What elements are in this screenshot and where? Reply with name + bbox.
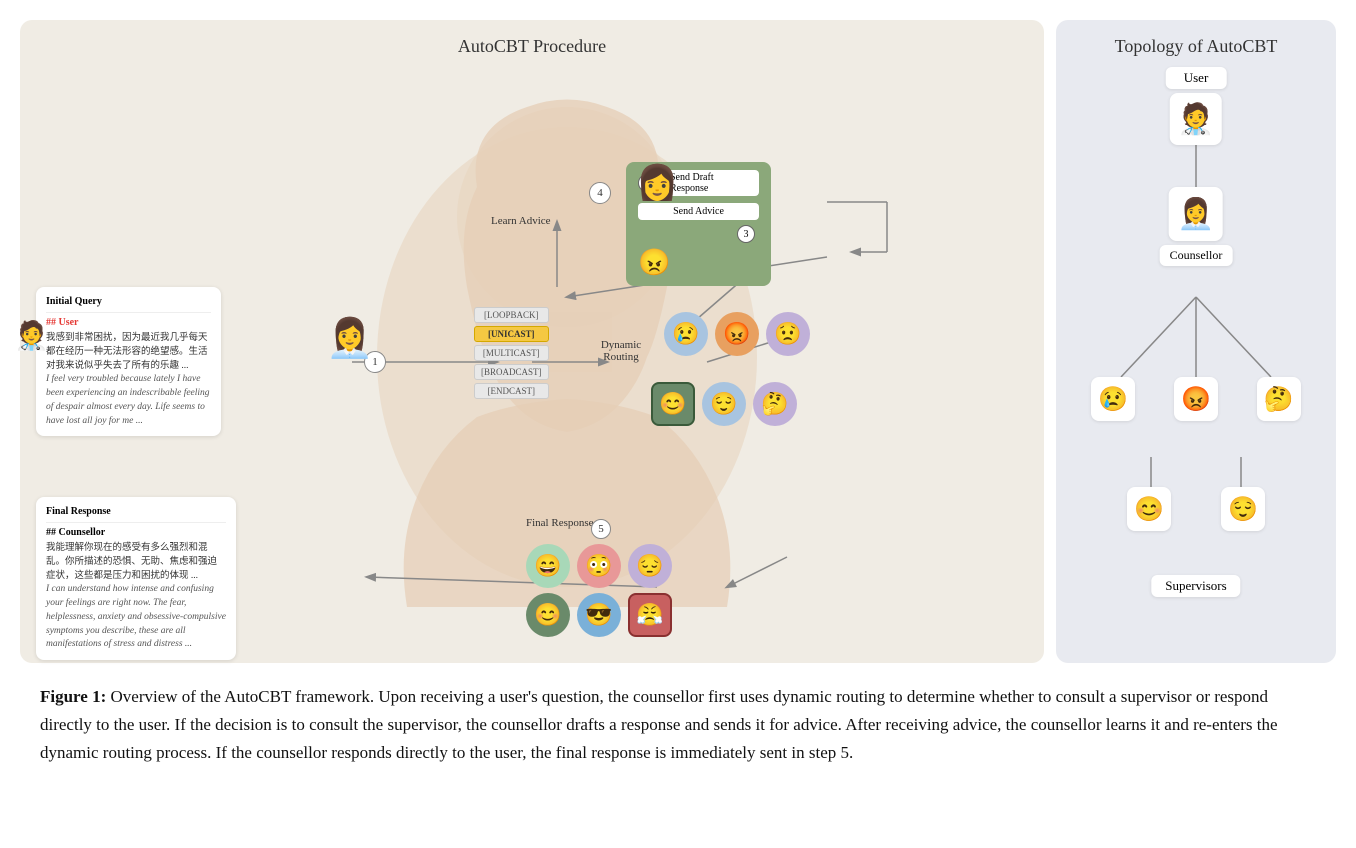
face-red-selected: 😤	[628, 593, 672, 637]
caption-label: Figure 1:	[40, 687, 106, 706]
tag-unicast: [UNICAST]	[474, 326, 549, 342]
topology-box: Topology of AutoCBT User �	[1056, 20, 1336, 663]
user-label-box: User	[1166, 67, 1227, 89]
caption-area: Figure 1: Overview of the AutoCBT framew…	[20, 683, 1336, 777]
face-angry2: 😡	[715, 312, 759, 356]
topo-supervisor-row1: 😢 😡 🤔	[1072, 377, 1320, 421]
final-response-english: I can understand how intense and confusi…	[46, 583, 226, 652]
step-4-circle: 4	[589, 182, 611, 204]
face-sad: 😢	[664, 312, 708, 356]
face-embarrassed: 😳	[577, 544, 621, 588]
initial-query-chinese: 我感到非常困扰，因为最近我几乎每天都在经历一种无法形容的绝望感。生活对我来说似乎…	[46, 332, 211, 373]
counsellor-figure: 👩‍💼	[326, 317, 373, 361]
counsellor-face-top: 👩	[636, 163, 678, 203]
topo-sup-face-3: 🤔	[1257, 377, 1301, 421]
proc-inner: Initial Query ## User 我感到非常困扰，因为最近我几乎每天都…	[36, 67, 1028, 647]
supervisors-label-box: Supervisors	[1151, 575, 1240, 597]
topo-inner: User 🧑‍⚕️ 👩‍💼 Counsellor 😢 😡 🤔 😊	[1072, 67, 1320, 607]
initial-query-subtitle: ## User	[46, 316, 211, 331]
topo-sup-face-2: 😡	[1174, 377, 1218, 421]
final-response-area: Final Response 5 😄 😳 😔 😊 😎 😤	[526, 517, 674, 637]
tag-multicast: [MULTICAST]	[474, 345, 549, 361]
supervisor-face-angry: 😠	[638, 248, 759, 278]
routing-tags: [LOOPBACK] [UNICAST] [MULTICAST] [BROADC…	[474, 307, 549, 399]
final-response-subtitle: ## Counsellor	[46, 526, 226, 541]
face-grid-top: 😢 😡 😟	[664, 312, 812, 356]
tag-broadcast: [BROADCAST]	[474, 364, 549, 380]
diagram-area: AutoCBT Procedure	[20, 20, 1336, 663]
counsellor-label-box: Counsellor	[1160, 245, 1233, 266]
tag-loopback: [LOOPBACK]	[474, 307, 549, 323]
initial-query-card: Initial Query ## User 我感到非常困扰，因为最近我几乎每天都…	[36, 287, 221, 436]
topo-sup-face-4: 😊	[1127, 487, 1171, 531]
topo-counsellor-face: 👩‍💼	[1169, 187, 1223, 241]
face-grid-selected: 😊 😌 🤔	[651, 382, 799, 426]
face-green-selected: 😊	[651, 382, 695, 426]
caption-body: Overview of the AutoCBT framework. Upon …	[40, 687, 1278, 762]
topo-counsellor-node: 👩‍💼 Counsellor	[1160, 187, 1233, 266]
send-advice-btn: Send Advice	[638, 203, 759, 220]
step-5-circle: 5	[591, 519, 611, 539]
face-blue2: 😎	[577, 593, 621, 637]
tag-endcast: [ENDCAST]	[474, 383, 549, 399]
face-happy: 😄	[526, 544, 570, 588]
initial-query-english: I feel very troubled because lately I ha…	[46, 373, 211, 428]
learn-advice-label: Learn Advice	[491, 215, 551, 227]
initial-query-title: Initial Query	[46, 295, 211, 313]
face-pensive: 😔	[628, 544, 672, 588]
face-blue: 😌	[702, 382, 746, 426]
topo-sup-face-1: 😢	[1091, 377, 1135, 421]
topo-user-node: User 🧑‍⚕️	[1166, 67, 1227, 145]
topo-supervisor-row2: 😊 😌	[1072, 487, 1320, 531]
final-response-chinese: 我能理解你现在的感受有多么强烈和混乱。你所描述的恐惧、无助、焦虑和强迫症状，这些…	[46, 542, 226, 583]
dynamic-routing-label: Dynamic Routing	[586, 339, 656, 363]
face-worried: 😟	[766, 312, 810, 356]
topo-user-face: 🧑‍⚕️	[1170, 93, 1222, 145]
final-response-title: Final Response	[46, 505, 226, 523]
topo-sup-face-5: 😌	[1221, 487, 1265, 531]
procedure-box: AutoCBT Procedure	[20, 20, 1044, 663]
step-3-circle: 3	[737, 225, 755, 243]
face-grid-bottom-row1: 😄 😳 😔	[526, 544, 674, 588]
main-container: AutoCBT Procedure	[20, 20, 1336, 777]
caption-text: Figure 1: Overview of the AutoCBT framew…	[30, 683, 1326, 767]
face-purple: 🤔	[753, 382, 797, 426]
procedure-title: AutoCBT Procedure	[36, 36, 1028, 57]
face-grid-bottom-row2: 😊 😎 😤	[526, 593, 674, 637]
final-response-card: Final Response ## Counsellor 我能理解你现在的感受有…	[36, 497, 236, 660]
topology-title: Topology of AutoCBT	[1072, 36, 1320, 57]
user-avatar-icon: 🧑‍⚕️	[14, 317, 49, 358]
face-green2: 😊	[526, 593, 570, 637]
